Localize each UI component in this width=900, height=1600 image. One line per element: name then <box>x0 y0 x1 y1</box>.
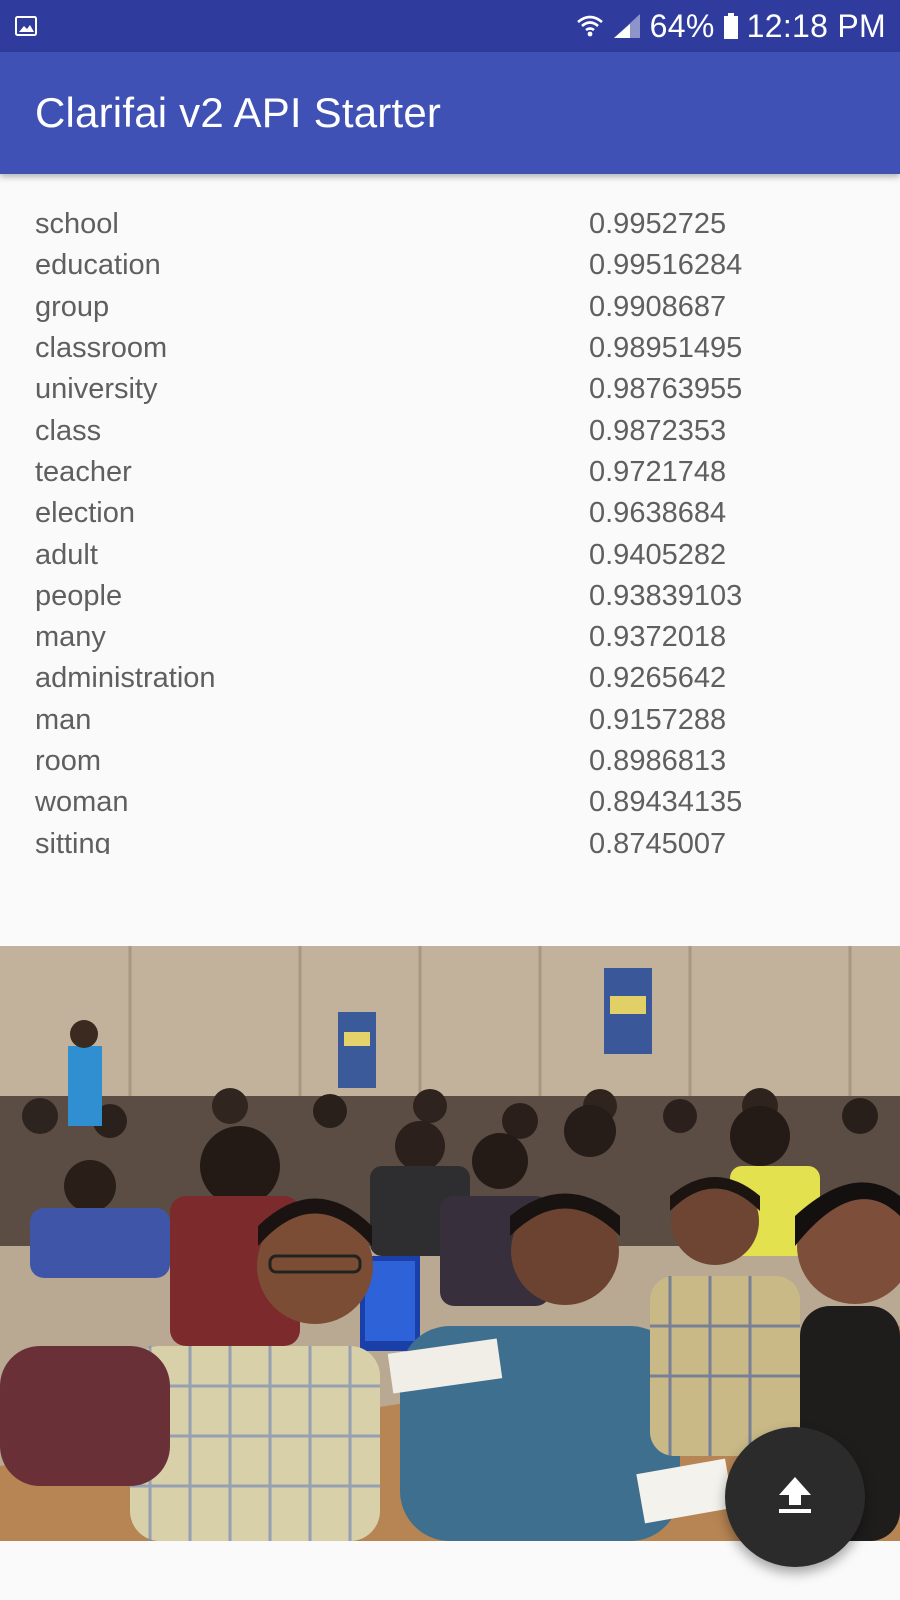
result-row: election 0.9638684 <box>35 493 865 534</box>
result-row: classroom 0.98951495 <box>35 328 865 369</box>
result-label: administration <box>35 662 216 695</box>
signal-icon <box>612 12 642 40</box>
result-label: class <box>35 414 102 447</box>
result-label: teacher <box>35 455 132 488</box>
result-score: 0.9952725 <box>589 208 727 241</box>
result-score: 0.9908687 <box>589 290 727 323</box>
result-label: university <box>35 373 158 406</box>
gallery-icon <box>14 14 38 38</box>
wifi-icon <box>576 12 604 40</box>
result-row: adult 0.9405282 <box>35 534 865 575</box>
results-list-inner: school 0.9952725 education 0.99516284 group 0… <box>35 204 865 854</box>
result-row: woman 0.89434135 <box>35 782 865 823</box>
result-score: 0.98763955 <box>589 373 743 406</box>
result-score: 0.9872353 <box>589 414 727 447</box>
status-bar: 64% 12:18 PM <box>0 0 900 52</box>
result-label: adult <box>35 538 98 571</box>
result-score: 0.9265642 <box>589 662 727 695</box>
status-left <box>14 14 38 38</box>
result-row: group 0.9908687 <box>35 287 865 328</box>
clock: 12:18 PM <box>746 7 886 44</box>
result-row: people 0.93839103 <box>35 576 865 617</box>
result-label: sitting <box>35 827 111 854</box>
result-row: administration 0.9265642 <box>35 658 865 699</box>
result-score: 0.9157288 <box>589 703 727 736</box>
result-label: group <box>35 290 110 323</box>
result-score: 0.99516284 <box>589 249 743 282</box>
result-row: sitting 0.8745007 <box>35 823 865 854</box>
result-label: man <box>35 703 92 736</box>
results-list[interactable]: school 0.9952725 education 0.99516284 group 0… <box>0 174 900 854</box>
result-row: room 0.8986813 <box>35 741 865 782</box>
result-score: 0.9721748 <box>589 455 727 488</box>
result-score: 0.8986813 <box>589 745 727 777</box>
result-label: classroom <box>35 332 168 365</box>
result-label: school <box>35 208 119 241</box>
result-row: education 0.99516284 <box>35 245 865 286</box>
upload-button[interactable] <box>725 1427 865 1567</box>
battery-percent: 64% <box>649 7 715 44</box>
result-score: 0.9405282 <box>589 538 727 571</box>
result-label: people <box>35 579 123 612</box>
result-row: many 0.9372018 <box>35 617 865 658</box>
result-score: 0.89434135 <box>589 786 743 819</box>
result-label: education <box>35 249 161 282</box>
result-label: room <box>35 745 102 777</box>
app-bar: Clarifai v2 API Starter <box>0 52 900 174</box>
status-right: 64% 12:18 PM <box>576 8 886 45</box>
result-score: 0.9638684 <box>589 497 727 530</box>
result-row: man 0.9157288 <box>35 700 865 741</box>
result-score: 0.98951495 <box>589 332 743 365</box>
result-score: 0.9372018 <box>589 621 727 654</box>
result-score: 0.8745007 <box>589 827 727 854</box>
result-label: election <box>35 497 135 530</box>
result-row: class 0.9872353 <box>35 410 865 451</box>
result-label: woman <box>35 786 129 819</box>
app-title: Clarifai v2 API Starter <box>35 89 442 136</box>
result-row: school 0.9952725 <box>35 204 865 245</box>
upload-icon <box>769 1469 821 1526</box>
result-label: many <box>35 621 106 654</box>
result-score: 0.93839103 <box>589 579 743 612</box>
result-row: teacher 0.9721748 <box>35 452 865 493</box>
result-row: university 0.98763955 <box>35 369 865 410</box>
battery-icon <box>723 12 739 40</box>
